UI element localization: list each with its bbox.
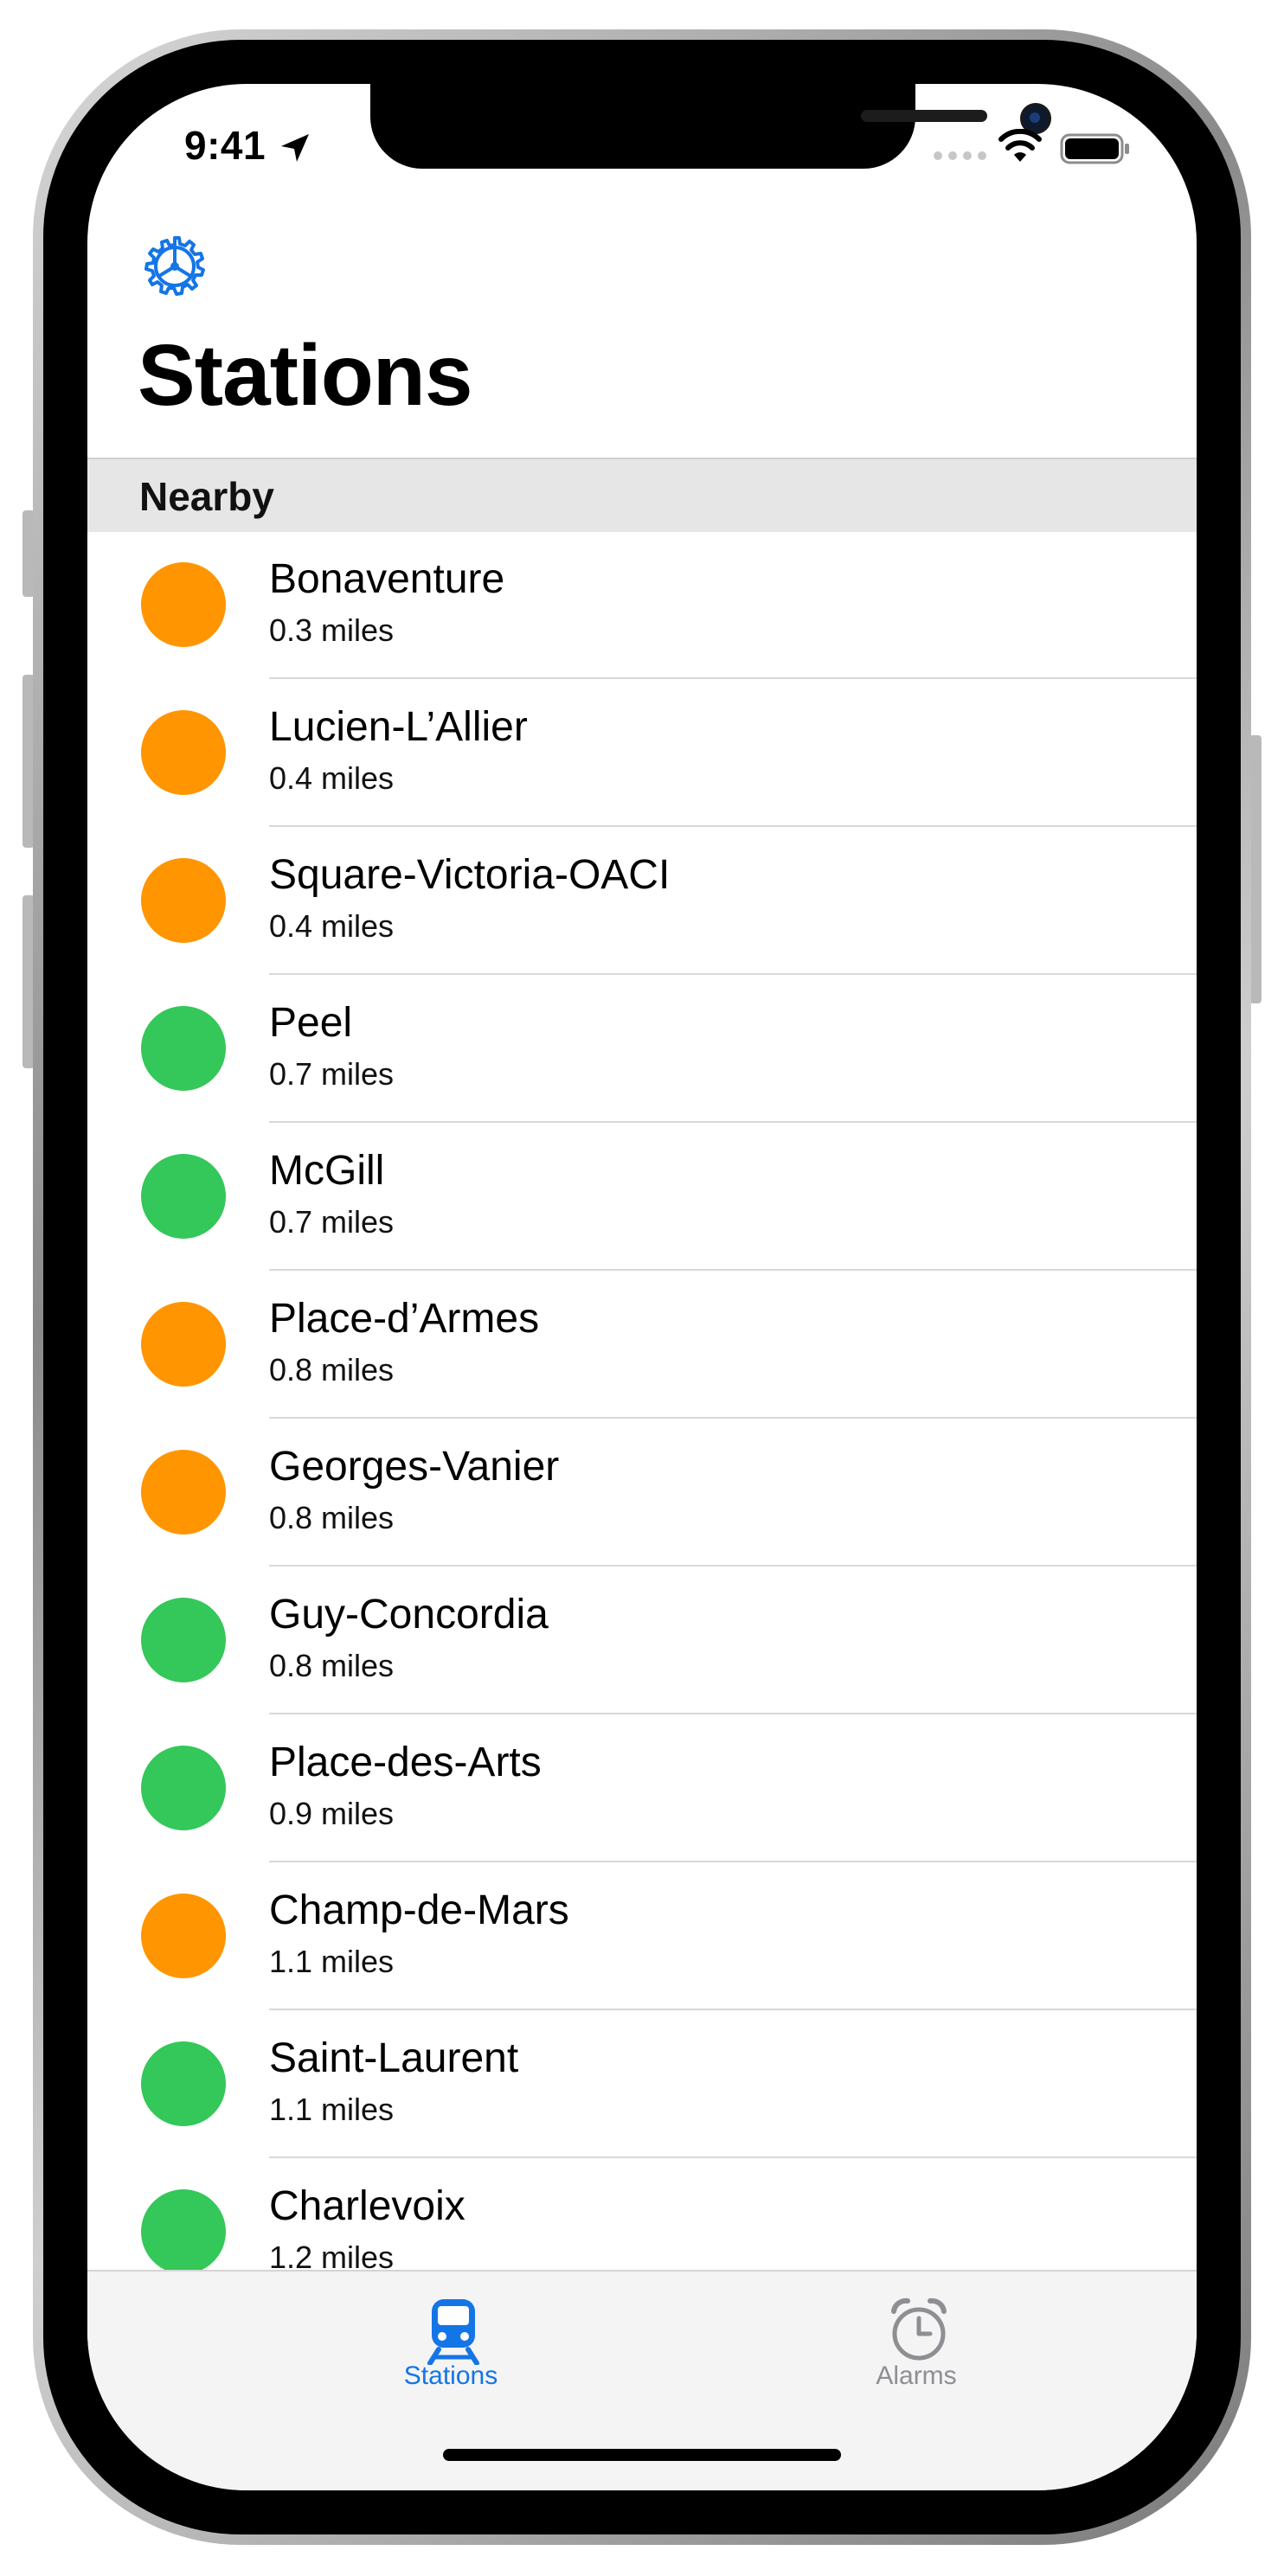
tab-stations[interactable]: Stations xyxy=(321,2272,581,2401)
status-time: 9:41 xyxy=(184,123,266,168)
station-row[interactable]: Guy-Concordia 0.8 miles xyxy=(87,1567,1197,1714)
station-distance: 0.7 miles xyxy=(269,1056,395,1092)
section-header-nearby: Nearby xyxy=(87,458,1197,532)
station-name: Place-des-Arts xyxy=(269,1740,542,1785)
tab-label-stations: Stations xyxy=(403,2361,498,2390)
notch xyxy=(370,84,1051,169)
station-row[interactable]: Saint-Laurent 1.1 miles xyxy=(87,2010,1197,2158)
page-title: Stations xyxy=(138,327,472,424)
station-name: Charlevoix xyxy=(269,2183,465,2229)
settings-gear-icon[interactable] xyxy=(141,233,209,300)
station-name: Square-Victoria-OACI xyxy=(269,852,671,898)
station-name: Lucien-L’Allier xyxy=(269,704,528,750)
station-name: Peel xyxy=(269,1000,353,1046)
station-row[interactable]: Georges-Vanier 0.8 miles xyxy=(87,1419,1197,1567)
battery-icon xyxy=(1060,133,1129,164)
station-name: Georges-Vanier xyxy=(269,1444,560,1490)
station-row[interactable]: McGill 0.7 miles xyxy=(87,1123,1197,1271)
station-distance: 0.8 miles xyxy=(269,1648,395,1683)
station-row[interactable]: Champ-de-Mars 1.1 miles xyxy=(87,1862,1197,2010)
station-row[interactable]: Lucien-L’Allier 0.4 miles xyxy=(87,679,1197,827)
location-arrow-icon xyxy=(281,134,309,162)
station-distance: 1.1 miles xyxy=(269,2092,395,2127)
line-color-dot xyxy=(141,710,226,795)
line-color-dot xyxy=(141,2189,226,2274)
line-color-dot xyxy=(141,1450,226,1535)
station-name: Bonaventure xyxy=(269,556,505,602)
phone-screen: 9:41 Stations Nearby Bonaventure 0.3 mil… xyxy=(87,84,1197,2490)
station-distance: 0.3 miles xyxy=(269,612,395,648)
station-distance: 1.1 miles xyxy=(269,1944,395,1979)
line-color-dot xyxy=(141,1302,226,1387)
power-button xyxy=(1249,735,1262,1003)
line-color-dot xyxy=(141,1894,226,1978)
line-color-dot xyxy=(141,1746,226,1830)
station-distance: 0.4 miles xyxy=(269,760,395,796)
alarm-clock-icon xyxy=(891,2297,947,2361)
station-name: Place-d’Armes xyxy=(269,1296,540,1342)
tab-alarms[interactable]: Alarms xyxy=(786,2272,1046,2401)
wifi-icon xyxy=(998,129,1042,162)
line-color-dot xyxy=(141,1006,226,1091)
station-distance: 0.8 miles xyxy=(269,1500,395,1535)
station-name: McGill xyxy=(269,1148,385,1194)
station-row[interactable]: Place-d’Armes 0.8 miles xyxy=(87,1271,1197,1419)
station-row[interactable]: Peel 0.7 miles xyxy=(87,975,1197,1123)
line-color-dot xyxy=(141,562,226,647)
tram-icon xyxy=(427,2299,479,2365)
station-distance: 0.7 miles xyxy=(269,1204,395,1240)
station-name: Saint-Laurent xyxy=(269,2035,519,2081)
home-indicator[interactable] xyxy=(443,2449,841,2461)
line-color-dot xyxy=(141,1598,226,1682)
line-color-dot xyxy=(141,2041,226,2126)
station-distance: 0.9 miles xyxy=(269,1796,395,1831)
station-row[interactable]: Bonaventure 0.3 miles xyxy=(87,531,1197,679)
station-distance: 0.8 miles xyxy=(269,1352,395,1387)
station-distance: 0.4 miles xyxy=(269,908,395,944)
station-row[interactable]: Place-des-Arts 0.9 miles xyxy=(87,1714,1197,1862)
line-color-dot xyxy=(141,858,226,943)
section-title: Nearby xyxy=(139,474,274,519)
speaker-grille xyxy=(861,110,987,122)
line-color-dot xyxy=(141,1154,226,1239)
station-name: Guy-Concordia xyxy=(269,1592,549,1637)
station-row[interactable]: Square-Victoria-OACI 0.4 miles xyxy=(87,827,1197,975)
station-name: Champ-de-Mars xyxy=(269,1887,569,1933)
tab-label-alarms: Alarms xyxy=(876,2361,957,2390)
